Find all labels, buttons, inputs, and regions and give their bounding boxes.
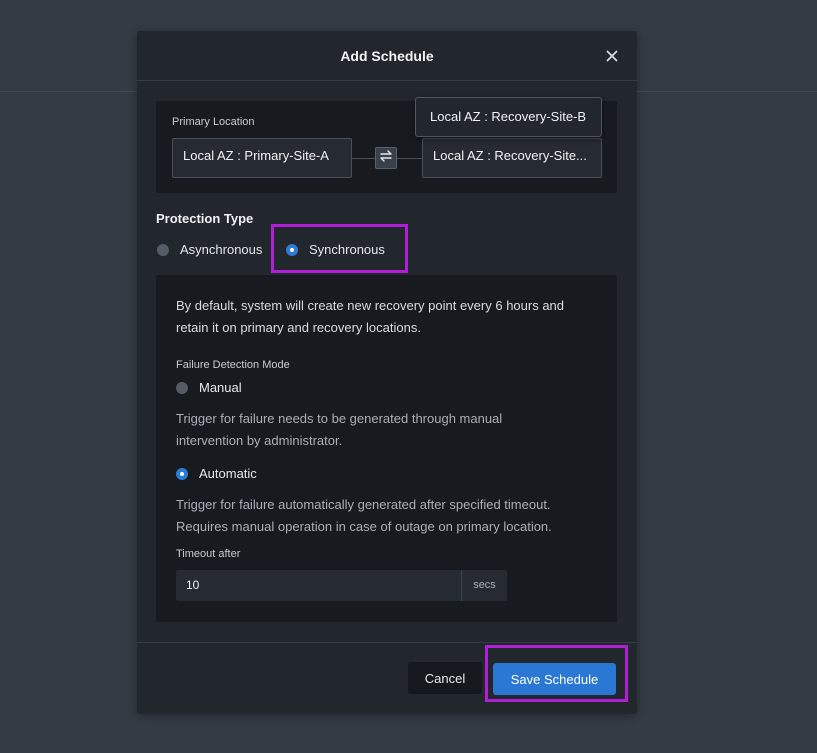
swap-locations-button[interactable] — [375, 147, 397, 169]
synchronous-highlight-box — [271, 224, 408, 273]
recovery-location-tooltip: Local AZ : Recovery-Site-B — [415, 97, 602, 137]
primary-location-label: Primary Location — [172, 116, 255, 128]
timeout-label: Timeout after — [176, 548, 241, 560]
intro-text-line-2: retain it on primary and recovery locati… — [176, 320, 421, 335]
failure-detection-mode-label: Failure Detection Mode — [176, 359, 290, 371]
radio-circle[interactable] — [176, 381, 188, 394]
synchronous-settings-panel: By default, system will create new recov… — [156, 275, 617, 622]
timeout-unit-label: secs — [461, 570, 507, 601]
protection-type-title: Protection Type — [156, 211, 254, 226]
add-schedule-modal: Add Schedule Primary Location Local AZ :… — [137, 31, 637, 714]
manual-description-line-1: Trigger for failure needs to be generate… — [176, 411, 503, 426]
radio-label-asynchronous: Asynchronous — [180, 242, 263, 257]
connector-line — [352, 158, 375, 159]
automatic-description-line-1: Trigger for failure automatically genera… — [176, 497, 551, 512]
radio-manual[interactable]: Manual — [176, 380, 242, 395]
footer-divider — [137, 642, 637, 643]
modal-title: Add Schedule — [340, 48, 434, 64]
connector-line — [397, 158, 422, 159]
modal-header: Add Schedule — [137, 31, 637, 81]
radio-label-manual: Manual — [199, 380, 242, 395]
cancel-button[interactable]: Cancel — [408, 662, 482, 694]
radio-automatic[interactable]: Automatic — [176, 466, 257, 481]
radio-label-automatic: Automatic — [199, 466, 257, 481]
radio-circle-selected[interactable] — [176, 467, 188, 480]
save-highlight-box — [485, 645, 628, 702]
primary-location-select[interactable]: Local AZ : Primary-Site-A — [172, 138, 352, 178]
radio-asynchronous[interactable]: Asynchronous — [157, 242, 262, 257]
radio-circle[interactable] — [157, 243, 169, 256]
manual-description-line-2: intervention by administrator. — [176, 433, 343, 448]
recovery-location-select[interactable]: Local AZ : Recovery-Site... — [422, 138, 602, 178]
automatic-description-line-2: Requires manual operation in case of out… — [176, 519, 552, 534]
swap-arrows-icon — [379, 149, 393, 168]
timeout-input[interactable]: 10 — [176, 570, 461, 601]
close-icon[interactable] — [603, 47, 621, 65]
intro-text-line-1: By default, system will create new recov… — [176, 298, 565, 313]
